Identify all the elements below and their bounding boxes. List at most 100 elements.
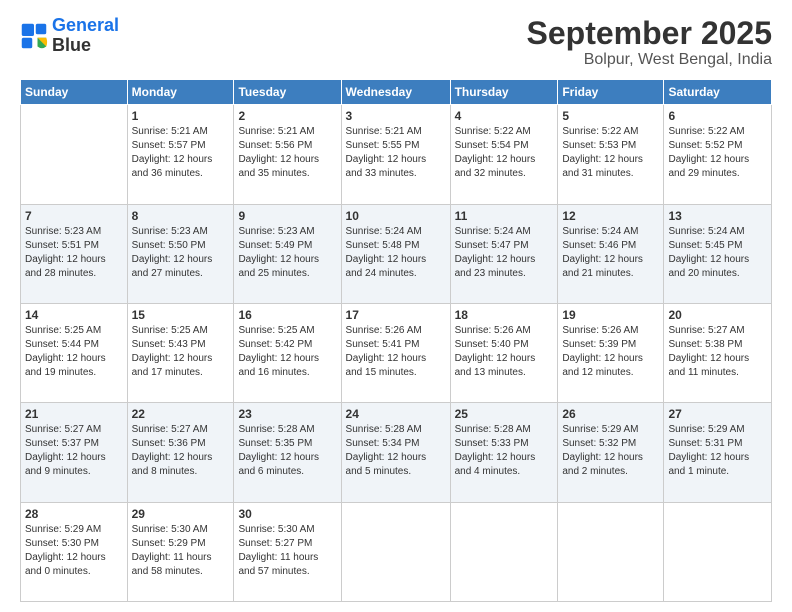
table-row: 29Sunrise: 5:30 AM Sunset: 5:29 PM Dayli… [127, 502, 234, 601]
table-row: 25Sunrise: 5:28 AM Sunset: 5:33 PM Dayli… [450, 403, 558, 502]
col-tuesday: Tuesday [234, 80, 341, 105]
table-row: 8Sunrise: 5:23 AM Sunset: 5:50 PM Daylig… [127, 204, 234, 303]
day-info: Sunrise: 5:29 AM Sunset: 5:31 PM Dayligh… [668, 423, 767, 479]
calendar-week-row: 7Sunrise: 5:23 AM Sunset: 5:51 PM Daylig… [21, 204, 772, 303]
header: General Blue September 2025 Bolpur, West… [20, 16, 772, 69]
day-info: Sunrise: 5:26 AM Sunset: 5:40 PM Dayligh… [455, 324, 554, 380]
table-row [21, 105, 128, 204]
day-number: 24 [346, 406, 446, 422]
calendar-week-row: 14Sunrise: 5:25 AM Sunset: 5:44 PM Dayli… [21, 303, 772, 402]
col-saturday: Saturday [664, 80, 772, 105]
day-info: Sunrise: 5:28 AM Sunset: 5:33 PM Dayligh… [455, 423, 554, 479]
day-number: 5 [562, 108, 659, 124]
day-number: 26 [562, 406, 659, 422]
day-number: 16 [238, 307, 336, 323]
day-info: Sunrise: 5:21 AM Sunset: 5:57 PM Dayligh… [132, 125, 230, 181]
col-thursday: Thursday [450, 80, 558, 105]
table-row: 7Sunrise: 5:23 AM Sunset: 5:51 PM Daylig… [21, 204, 128, 303]
logo-line1: General [52, 15, 119, 35]
col-friday: Friday [558, 80, 664, 105]
table-row: 27Sunrise: 5:29 AM Sunset: 5:31 PM Dayli… [664, 403, 772, 502]
calendar-table: Sunday Monday Tuesday Wednesday Thursday… [20, 79, 772, 602]
day-number: 6 [668, 108, 767, 124]
table-row [558, 502, 664, 601]
col-sunday: Sunday [21, 80, 128, 105]
table-row: 15Sunrise: 5:25 AM Sunset: 5:43 PM Dayli… [127, 303, 234, 402]
calendar-week-row: 21Sunrise: 5:27 AM Sunset: 5:37 PM Dayli… [21, 403, 772, 502]
day-number: 4 [455, 108, 554, 124]
logo-line2: Blue [52, 36, 119, 56]
day-info: Sunrise: 5:22 AM Sunset: 5:54 PM Dayligh… [455, 125, 554, 181]
page: General Blue September 2025 Bolpur, West… [0, 0, 792, 612]
day-number: 22 [132, 406, 230, 422]
table-row: 17Sunrise: 5:26 AM Sunset: 5:41 PM Dayli… [341, 303, 450, 402]
day-info: Sunrise: 5:28 AM Sunset: 5:34 PM Dayligh… [346, 423, 446, 479]
table-row: 2Sunrise: 5:21 AM Sunset: 5:56 PM Daylig… [234, 105, 341, 204]
day-info: Sunrise: 5:25 AM Sunset: 5:43 PM Dayligh… [132, 324, 230, 380]
day-info: Sunrise: 5:27 AM Sunset: 5:38 PM Dayligh… [668, 324, 767, 380]
day-number: 23 [238, 406, 336, 422]
day-number: 17 [346, 307, 446, 323]
table-row: 21Sunrise: 5:27 AM Sunset: 5:37 PM Dayli… [21, 403, 128, 502]
day-info: Sunrise: 5:21 AM Sunset: 5:56 PM Dayligh… [238, 125, 336, 181]
day-number: 18 [455, 307, 554, 323]
table-row: 5Sunrise: 5:22 AM Sunset: 5:53 PM Daylig… [558, 105, 664, 204]
table-row: 28Sunrise: 5:29 AM Sunset: 5:30 PM Dayli… [21, 502, 128, 601]
calendar-subtitle: Bolpur, West Bengal, India [527, 51, 772, 69]
table-row: 4Sunrise: 5:22 AM Sunset: 5:54 PM Daylig… [450, 105, 558, 204]
calendar-header-row: Sunday Monday Tuesday Wednesday Thursday… [21, 80, 772, 105]
day-info: Sunrise: 5:24 AM Sunset: 5:45 PM Dayligh… [668, 225, 767, 281]
day-info: Sunrise: 5:30 AM Sunset: 5:29 PM Dayligh… [132, 523, 230, 579]
day-number: 30 [238, 506, 336, 522]
table-row: 18Sunrise: 5:26 AM Sunset: 5:40 PM Dayli… [450, 303, 558, 402]
table-row: 6Sunrise: 5:22 AM Sunset: 5:52 PM Daylig… [664, 105, 772, 204]
day-info: Sunrise: 5:27 AM Sunset: 5:37 PM Dayligh… [25, 423, 123, 479]
day-number: 9 [238, 208, 336, 224]
day-number: 1 [132, 108, 230, 124]
day-info: Sunrise: 5:23 AM Sunset: 5:49 PM Dayligh… [238, 225, 336, 281]
day-info: Sunrise: 5:28 AM Sunset: 5:35 PM Dayligh… [238, 423, 336, 479]
day-number: 14 [25, 307, 123, 323]
table-row: 12Sunrise: 5:24 AM Sunset: 5:46 PM Dayli… [558, 204, 664, 303]
table-row [341, 502, 450, 601]
calendar-week-row: 1Sunrise: 5:21 AM Sunset: 5:57 PM Daylig… [21, 105, 772, 204]
day-number: 7 [25, 208, 123, 224]
table-row: 9Sunrise: 5:23 AM Sunset: 5:49 PM Daylig… [234, 204, 341, 303]
day-info: Sunrise: 5:26 AM Sunset: 5:41 PM Dayligh… [346, 324, 446, 380]
calendar-title: September 2025 [527, 16, 772, 51]
table-row: 23Sunrise: 5:28 AM Sunset: 5:35 PM Dayli… [234, 403, 341, 502]
day-info: Sunrise: 5:25 AM Sunset: 5:42 PM Dayligh… [238, 324, 336, 380]
table-row: 14Sunrise: 5:25 AM Sunset: 5:44 PM Dayli… [21, 303, 128, 402]
table-row: 10Sunrise: 5:24 AM Sunset: 5:48 PM Dayli… [341, 204, 450, 303]
day-number: 3 [346, 108, 446, 124]
day-number: 8 [132, 208, 230, 224]
col-monday: Monday [127, 80, 234, 105]
col-wednesday: Wednesday [341, 80, 450, 105]
day-info: Sunrise: 5:30 AM Sunset: 5:27 PM Dayligh… [238, 523, 336, 579]
day-info: Sunrise: 5:24 AM Sunset: 5:46 PM Dayligh… [562, 225, 659, 281]
logo-icon [20, 22, 48, 50]
day-number: 25 [455, 406, 554, 422]
day-number: 2 [238, 108, 336, 124]
day-info: Sunrise: 5:22 AM Sunset: 5:53 PM Dayligh… [562, 125, 659, 181]
day-number: 12 [562, 208, 659, 224]
day-info: Sunrise: 5:29 AM Sunset: 5:32 PM Dayligh… [562, 423, 659, 479]
day-info: Sunrise: 5:27 AM Sunset: 5:36 PM Dayligh… [132, 423, 230, 479]
table-row: 11Sunrise: 5:24 AM Sunset: 5:47 PM Dayli… [450, 204, 558, 303]
day-number: 27 [668, 406, 767, 422]
day-info: Sunrise: 5:21 AM Sunset: 5:55 PM Dayligh… [346, 125, 446, 181]
title-block: September 2025 Bolpur, West Bengal, Indi… [527, 16, 772, 69]
day-number: 11 [455, 208, 554, 224]
day-info: Sunrise: 5:29 AM Sunset: 5:30 PM Dayligh… [25, 523, 123, 579]
table-row: 26Sunrise: 5:29 AM Sunset: 5:32 PM Dayli… [558, 403, 664, 502]
day-info: Sunrise: 5:23 AM Sunset: 5:51 PM Dayligh… [25, 225, 123, 281]
day-info: Sunrise: 5:24 AM Sunset: 5:48 PM Dayligh… [346, 225, 446, 281]
day-number: 28 [25, 506, 123, 522]
day-number: 29 [132, 506, 230, 522]
day-info: Sunrise: 5:26 AM Sunset: 5:39 PM Dayligh… [562, 324, 659, 380]
day-number: 19 [562, 307, 659, 323]
day-number: 15 [132, 307, 230, 323]
table-row [664, 502, 772, 601]
day-number: 10 [346, 208, 446, 224]
day-info: Sunrise: 5:24 AM Sunset: 5:47 PM Dayligh… [455, 225, 554, 281]
